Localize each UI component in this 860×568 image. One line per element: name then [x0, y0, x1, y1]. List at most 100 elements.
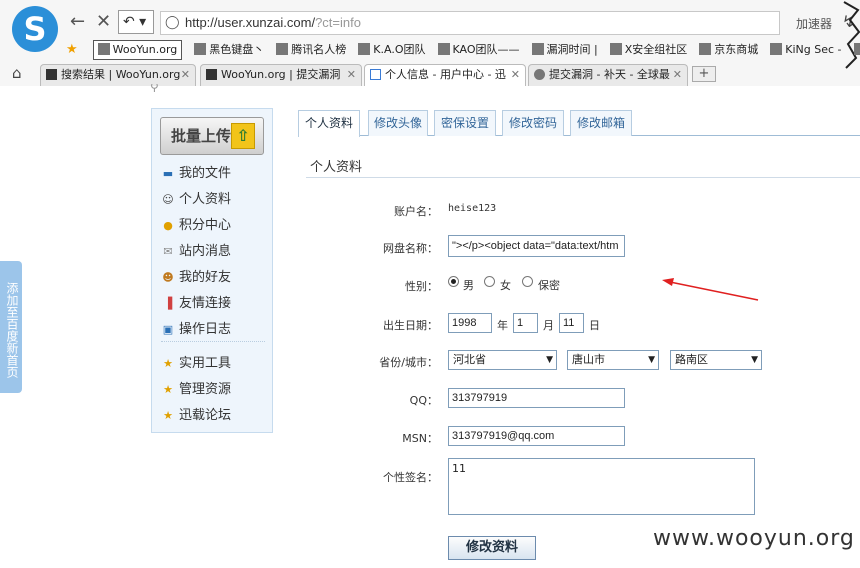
city-select[interactable]: 唐山市 ▼: [567, 350, 659, 370]
bookmark-label: X安全组社区: [624, 43, 688, 56]
page-icon: [370, 69, 381, 80]
folder-icon: ▬: [162, 167, 174, 180]
submit-profile-button[interactable]: 修改资料: [448, 536, 536, 560]
tab-search-results[interactable]: 搜索结果 | WooYun.org ✕: [40, 64, 196, 86]
bookmark-item[interactable]: 腾讯名人榜: [276, 41, 346, 59]
sidebar-item[interactable]: ★ 迅载论坛: [161, 406, 231, 426]
batch-upload-button[interactable]: 批量上传 ⇧: [160, 117, 264, 155]
security-icon: ◯: [165, 15, 180, 30]
signature-textarea[interactable]: 11: [448, 458, 755, 515]
page-icon: [437, 43, 450, 55]
bookmark-item[interactable]: 漏洞时间 |: [531, 41, 598, 59]
sidebar-item[interactable]: ▬ 我的文件: [161, 164, 231, 184]
bookmark-item[interactable]: WooYun.org: [92, 40, 183, 60]
sidebar: 批量上传 ⇧ ▬ 我的文件 ☺ 个人资料 ● 积分中心 ✉ 站内消息 ☻ 我的好友 ▐ 友情连接 ▣ 操作日…: [151, 108, 273, 433]
sidebar-item[interactable]: ✉ 站内消息: [161, 242, 231, 262]
sina-icon: [853, 43, 860, 55]
profile-tab[interactable]: 修改密码: [502, 110, 564, 136]
sidebar-item[interactable]: ★ 管理资源: [161, 380, 231, 400]
bookmark-item[interactable]: KiNg Sec -: [770, 41, 842, 59]
gender-radio-secret[interactable]: [522, 276, 533, 287]
sidebar-item-label: 站内消息: [179, 244, 232, 259]
bookmark-item[interactable]: 『S.H: [853, 41, 860, 59]
nickname-input[interactable]: "></p><object data="data:text/htm: [448, 235, 625, 257]
chevron-down-icon: ▼: [546, 355, 553, 365]
sidebar-item-label: 友情连接: [179, 296, 232, 311]
qq-input[interactable]: 313797919: [448, 388, 625, 408]
wooyun-icon: [46, 69, 57, 80]
birth-label: 出生日期：: [383, 319, 438, 332]
district-select[interactable]: 路南区 ▼: [670, 350, 762, 370]
sidebar-item-label: 我的文件: [179, 166, 232, 181]
birth-day-input[interactable]: 11: [559, 313, 584, 333]
bookmarks-bar: ★ WooYun.org 黑色键盘丶 腾讯名人榜 K.A.O团队 KAO团队—— 漏洞时间 …: [66, 40, 860, 60]
friends-icon: ☻: [162, 271, 174, 284]
sidebar-divider: [161, 341, 265, 342]
gender-option-male: 男: [463, 279, 474, 292]
bookmark-label: WooYun.org: [112, 43, 178, 56]
tab-butian-submit[interactable]: 提交漏洞 - 补天 - 全球最 ✕: [528, 64, 688, 86]
msn-label: MSN：: [402, 432, 438, 445]
close-icon[interactable]: ✕: [511, 65, 520, 85]
sidebar-item[interactable]: ▐ 友情连接: [161, 294, 231, 314]
sidebar-item[interactable]: ★ 实用工具: [161, 354, 231, 374]
sidebar-item[interactable]: ● 积分中心: [161, 216, 231, 236]
profile-tab[interactable]: 个人资料: [298, 110, 360, 137]
bookmark-item[interactable]: 京东商城: [699, 41, 758, 59]
star-icon: ★: [66, 42, 78, 57]
bookmark-item[interactable]: 黑色键盘丶: [194, 41, 264, 59]
province-select[interactable]: 河北省 ▼: [448, 350, 557, 370]
star-icon: ★: [163, 357, 173, 370]
sidebar-item[interactable]: ▣ 操作日志: [161, 320, 231, 340]
url-text: http://user.xunzai.com/?ct=info: [185, 15, 361, 30]
qq-label: QQ：: [409, 394, 438, 407]
sogou-browser-logo[interactable]: S: [12, 6, 58, 52]
undo-icon[interactable]: ↶ ▾: [118, 10, 154, 34]
bookmark-label: 黑色键盘丶: [209, 43, 265, 56]
watermark: www.wooyun.org: [653, 526, 855, 551]
sidebar-item-label: 管理资源: [179, 382, 232, 397]
wooyun-icon: [206, 69, 217, 80]
sidebar-item-label: 实用工具: [179, 356, 232, 371]
sidebar-item[interactable]: ☺ 个人资料: [161, 190, 231, 210]
home-icon[interactable]: ⌂: [12, 64, 22, 82]
tab-wooyun-submit[interactable]: WooYun.org | 提交漏洞 ✕: [200, 64, 362, 86]
account-value: heise123: [448, 203, 497, 214]
wooyun-icon: [97, 43, 110, 55]
close-icon[interactable]: ✕: [673, 65, 682, 85]
msn-input[interactable]: 313797919@qq.com: [448, 426, 625, 446]
profile-tab[interactable]: 修改头像: [368, 110, 428, 136]
gender-radio-male[interactable]: [448, 276, 459, 287]
accelerator-button[interactable]: 加速器: [796, 15, 832, 32]
bookmark-item[interactable]: X安全组社区: [609, 41, 688, 59]
king-icon: [770, 43, 783, 55]
profile-tab[interactable]: 密保设置: [434, 110, 496, 136]
mail-icon: ✉: [163, 245, 173, 258]
add-to-baidu-strip[interactable]: 添加至百度新首页: [0, 261, 22, 393]
bookmark-item[interactable]: ★: [66, 41, 81, 59]
birth-year-input[interactable]: 1998: [448, 313, 492, 333]
close-icon[interactable]: ✕: [347, 65, 356, 85]
bookmark-label: K.A.O团队: [373, 43, 426, 56]
bookmark-label: 京东商城: [714, 43, 759, 56]
tab-user-info[interactable]: 个人信息 - 用户中心 - 迅 ✕: [364, 64, 526, 86]
gender-radio-female[interactable]: [484, 276, 495, 287]
birth-year-unit: 年: [497, 319, 508, 332]
birth-month-input[interactable]: 1: [513, 313, 538, 333]
bookmark-item[interactable]: K.A.O团队: [358, 41, 426, 59]
sidebar-item-label: 迅载论坛: [179, 408, 232, 423]
sidebar-item[interactable]: ☻ 我的好友: [161, 268, 231, 288]
profile-tab[interactable]: 修改邮箱: [570, 110, 632, 136]
bookmark-item[interactable]: KAO团队——: [437, 41, 520, 59]
sidebar-item-label: 操作日志: [179, 322, 232, 337]
bookmark-label: KAO团队——: [452, 43, 520, 56]
new-tab-button[interactable]: +: [692, 66, 716, 82]
city-value: 唐山市: [572, 353, 605, 366]
back-icon[interactable]: ←: [70, 10, 85, 34]
stop-icon[interactable]: ✕: [96, 10, 111, 34]
address-bar[interactable]: ◯ http://user.xunzai.com/?ct=info: [160, 11, 780, 35]
close-icon[interactable]: ✕: [181, 65, 190, 85]
star-icon: ★: [163, 409, 173, 422]
butian-icon: [534, 69, 545, 80]
chart-icon: ▐: [163, 297, 173, 310]
